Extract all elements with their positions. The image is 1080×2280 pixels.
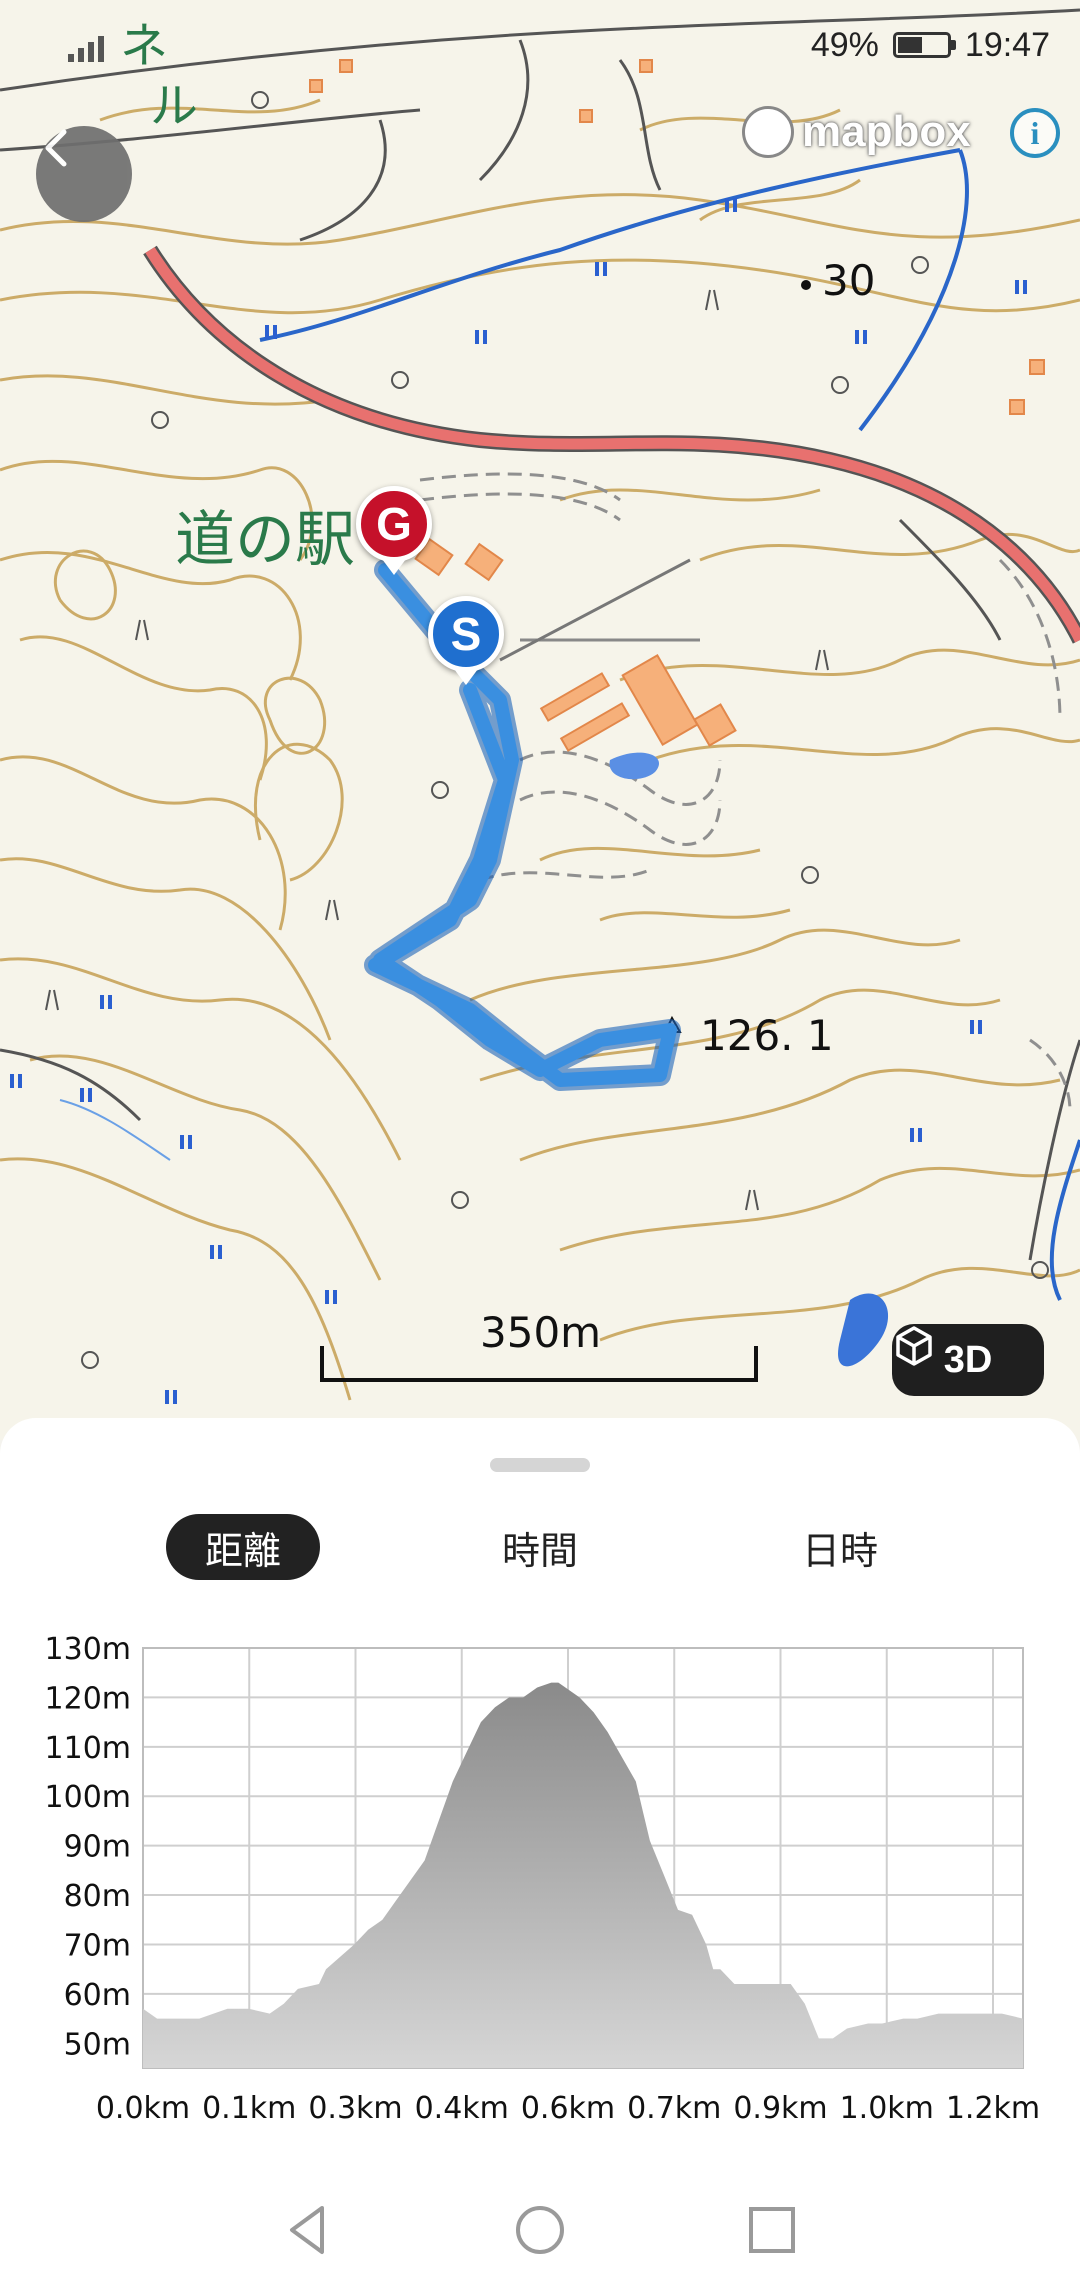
place-label: 道の駅 xyxy=(175,505,355,575)
info-button[interactable]: i xyxy=(1010,108,1060,158)
mapbox-logo-icon xyxy=(742,106,794,158)
mapbox-label: mapbox xyxy=(802,107,971,156)
start-marker[interactable]: S xyxy=(428,596,504,685)
sheet-drag-handle[interactable] xyxy=(490,1458,590,1472)
pond-small xyxy=(609,752,659,780)
back-button[interactable] xyxy=(36,126,132,222)
elevation-area xyxy=(143,1682,1023,2068)
toggle-3d-label: 3D xyxy=(943,1338,993,1381)
x-tick-label: 0.0km xyxy=(96,2091,190,2126)
y-tick-label: 50m xyxy=(64,2027,131,2062)
signal-icon xyxy=(68,28,108,62)
y-tick-label: 60m xyxy=(64,1978,131,2013)
x-tick-label: 0.6km xyxy=(521,2091,615,2126)
battery-fill xyxy=(897,37,922,53)
y-tick-label: 90m xyxy=(64,1830,131,1865)
tab-bar: 距離 時間 日時 xyxy=(0,1514,1080,1584)
topographic-map[interactable]: 道の駅 126. 1 30 ネ ル xyxy=(0,0,1080,1440)
tab-distance[interactable]: 距離 xyxy=(166,1514,320,1580)
tunnel-label-1: ネ xyxy=(120,18,168,74)
height-label: 30 xyxy=(822,256,875,305)
x-tick-label: 0.1km xyxy=(202,2091,296,2126)
y-tick-label: 110m xyxy=(45,1731,131,1766)
map-view[interactable]: 道の駅 126. 1 30 ネ ル 49% 19:47 mapbox i G S… xyxy=(0,0,1080,1440)
status-bar: 49% 19:47 xyxy=(811,20,1050,70)
scale-bar xyxy=(320,1346,758,1382)
tunnel-label-2: ル xyxy=(150,78,198,134)
cube-icon xyxy=(896,1326,932,1366)
nav-home-icon[interactable] xyxy=(510,2200,570,2260)
tab-time[interactable]: 時間 xyxy=(460,1514,620,1580)
main-road xyxy=(145,247,1080,643)
nav-recents-icon[interactable] xyxy=(742,2200,802,2260)
elevation-sheet: 距離 時間 日時 130m 120m 110m 100m 90m 80m 70m 60m 50m… xyxy=(0,1418,1080,2280)
chevron-left-icon xyxy=(45,129,67,167)
x-tick-label: 0.7km xyxy=(627,2091,721,2126)
nav-back-icon[interactable] xyxy=(278,2200,338,2260)
x-tick-label: 1.2km xyxy=(946,2091,1040,2126)
y-tick-label: 100m xyxy=(45,1780,131,1815)
goal-marker[interactable]: G xyxy=(356,486,432,575)
x-tick-label: 0.4km xyxy=(415,2091,509,2126)
y-tick-label: 70m xyxy=(64,1928,131,1963)
mapbox-attribution[interactable]: mapbox xyxy=(742,100,971,164)
y-tick-label: 80m xyxy=(64,1879,131,1914)
x-tick-label: 0.3km xyxy=(308,2091,402,2126)
clock: 19:47 xyxy=(964,25,1050,64)
map-symbols xyxy=(45,91,1049,1369)
navigation-bar xyxy=(0,2170,1080,2280)
height-dot xyxy=(801,280,811,290)
battery-icon xyxy=(892,32,956,58)
x-tick-label: 1.0km xyxy=(840,2091,934,2126)
y-tick-label: 130m xyxy=(45,1632,131,1667)
contour-lines xyxy=(0,98,1080,1401)
toggle-3d-button[interactable]: 3D xyxy=(892,1324,1044,1396)
elevation-chart[interactable]: 130m 120m 110m 100m 90m 80m 70m 60m 50m 0.0km 0.1k… xyxy=(0,1618,1080,2138)
spot-height-label: 126. 1 xyxy=(700,1011,834,1060)
battery-percent: 49% xyxy=(810,25,879,64)
wetland-marks xyxy=(10,198,1027,1404)
x-tick-label: 0.9km xyxy=(733,2091,827,2126)
y-tick-label: 120m xyxy=(45,1681,131,1716)
tab-datetime[interactable]: 日時 xyxy=(760,1514,920,1580)
